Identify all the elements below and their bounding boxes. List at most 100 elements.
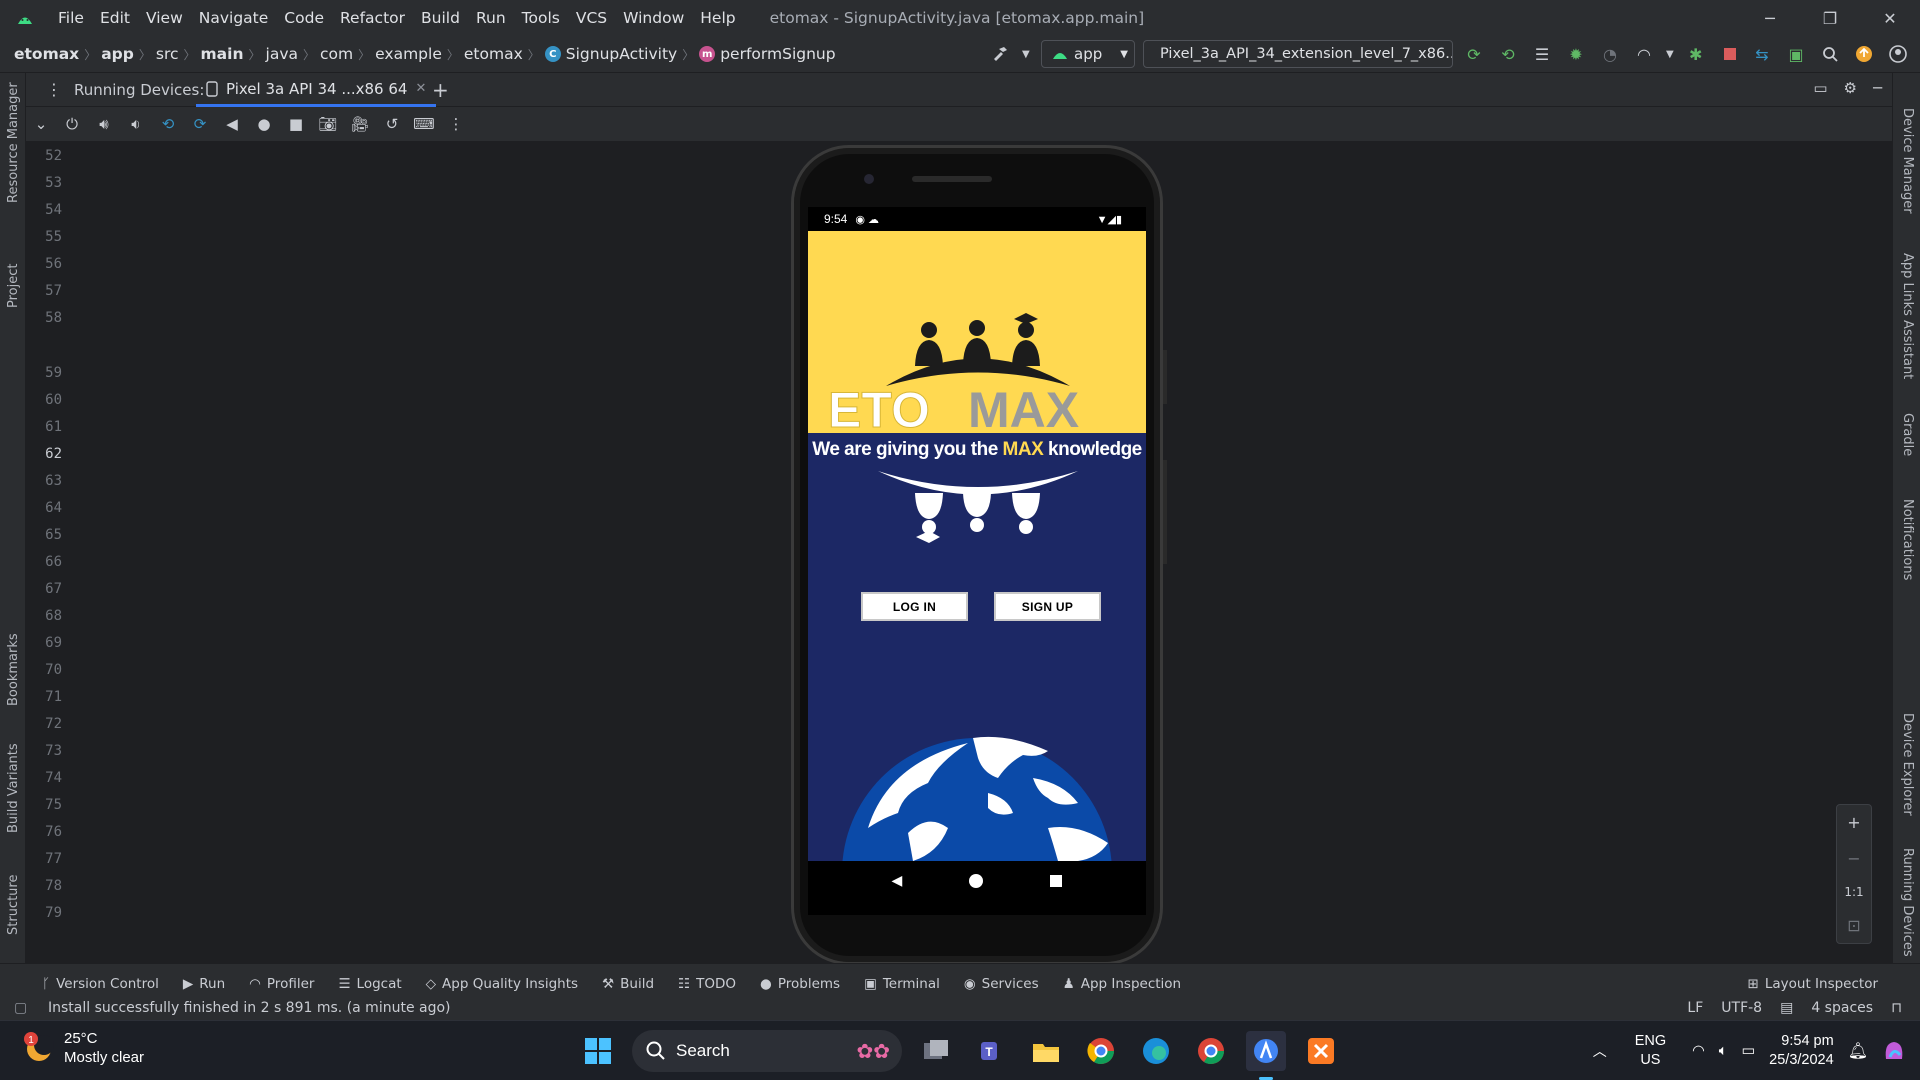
build-variants-tab[interactable]: Build Variants [6,743,21,833]
menu-navigate[interactable]: Navigate [191,9,277,27]
back-icon[interactable]: ◀ [216,115,248,133]
zoom-in-button[interactable]: + [1847,813,1860,832]
rerun-icon[interactable]: ⟳ [1462,42,1486,66]
close-button[interactable]: ✕ [1860,0,1920,36]
status-message[interactable]: Install successfully finished in 2 s 891… [48,1000,451,1016]
hammer-dropdown[interactable]: ▼ [988,42,1030,66]
edge-button[interactable] [1136,1031,1176,1071]
device-select[interactable]: Pixel_3a_API_34_extension_level_7_x86... [1143,40,1453,68]
volume-down-icon[interactable]: 🔉︎ [120,115,152,133]
resource-manager-tab[interactable]: Resource Manager [6,82,21,203]
breadcrumb-main[interactable]: main [201,45,244,63]
screenshot-icon[interactable]: 📷︎ [312,115,344,133]
gradle-tab[interactable]: Gradle [1900,413,1915,456]
breadcrumb-etomax-pkg[interactable]: etomax [464,45,523,63]
bell-icon[interactable]: 🔔︎ [1848,1041,1868,1061]
notifications-tab[interactable]: Notifications [1900,499,1915,580]
menu-vcs[interactable]: VCS [568,9,615,27]
rotate-right-icon[interactable]: ⟳ [184,115,216,133]
layout-inspector-tab[interactable]: ⊞ Layout Inspector [1748,976,1878,992]
volume-icon[interactable]: 🔈︎ [1719,1043,1728,1059]
zoom-out-button[interactable]: − [1847,849,1860,868]
structure-tab[interactable]: Structure [6,875,21,935]
run-config-select[interactable]: app ▼ [1041,40,1135,68]
home-icon[interactable]: ● [248,115,280,133]
logcat-tab[interactable]: ☰ Logcat [338,976,401,992]
teams-button[interactable]: T [971,1031,1011,1071]
menu-run[interactable]: Run [468,9,514,27]
apply-changes-icon[interactable]: ⟲ [1496,42,1520,66]
restore-button[interactable]: ❐ [1800,0,1860,36]
profiler-tab[interactable]: ◠ Profiler [249,976,314,992]
language-indicator[interactable]: ENG US [1635,1032,1666,1070]
keyboard-icon[interactable]: ⌨ [408,115,440,133]
gear-icon[interactable]: ⚙ [1844,79,1857,97]
add-device-button[interactable]: + [432,78,449,102]
taskbar-search[interactable]: Search ✿✿ [632,1030,902,1072]
search-icon[interactable] [1818,42,1842,66]
weather-widget[interactable]: 1 25°C Mostly clear [22,1029,144,1067]
breadcrumb-java[interactable]: java [266,45,298,63]
file-encoding[interactable]: UTF-8 [1721,1000,1762,1016]
build-tab[interactable]: ⚒ Build [602,976,654,992]
chrome-button[interactable] [1081,1031,1121,1071]
chevron-up-icon[interactable]: ︿ [1593,1041,1607,1061]
rotate-left-icon[interactable]: ⟲ [152,115,184,133]
breadcrumb-signupactivity[interactable]: SignupActivity [566,45,677,63]
line-separator[interactable]: LF [1687,1000,1703,1016]
close-icon[interactable]: ✕ [415,81,426,96]
debug-icon[interactable]: ✹ [1564,42,1588,66]
device-manager-tab[interactable]: Device Manager [1900,108,1915,214]
login-button[interactable]: LOG IN [861,592,968,621]
menu-help[interactable]: Help [692,9,743,27]
volume-up-icon[interactable]: 🔊︎ [88,115,120,133]
screen-record-icon[interactable]: 🎥︎ [344,115,376,133]
menu-build[interactable]: Build [413,9,468,27]
todo-tab[interactable]: ☷ TODO [678,976,736,992]
layout-icon[interactable]: ▭ [1813,79,1827,97]
account-icon[interactable] [1886,42,1910,66]
panel-toggle-icon[interactable]: ▢ [14,1000,27,1016]
running-devices-tab[interactable]: Running Devices [1900,848,1915,957]
signup-button[interactable]: SIGN UP [994,592,1101,621]
start-button[interactable] [578,1031,618,1071]
menu-refactor[interactable]: Refactor [332,9,413,27]
breadcrumb-com[interactable]: com [320,45,353,63]
fit-screen-icon[interactable]: ⊡ [1847,916,1860,935]
android-studio-button[interactable] [1246,1031,1286,1071]
breadcrumb-app[interactable]: app [101,45,134,63]
app-links-assistant-tab[interactable]: App Links Assistant [1900,253,1915,379]
breadcrumb-src[interactable]: src [156,45,179,63]
update-icon[interactable] [1852,42,1876,66]
stop-icon[interactable] [1718,42,1742,66]
collapse-icon[interactable]: ⌄ [26,115,56,133]
project-tab[interactable]: Project [6,264,21,308]
more-options-icon[interactable]: ⋮ [440,115,472,133]
terminal-tab[interactable]: ▣ Terminal [864,976,940,992]
breadcrumb-etomax[interactable]: etomax [14,45,79,63]
xampp-button[interactable] [1301,1031,1341,1071]
indent-setting[interactable]: 4 spaces [1811,1000,1873,1016]
power-icon[interactable]: ⏻ [56,115,88,133]
readonly-lock-icon[interactable]: ▤ [1780,1000,1793,1016]
copilot-icon[interactable] [1882,1039,1906,1063]
breadcrumb-example[interactable]: example [375,45,442,63]
device-explorer-tab[interactable]: Device Explorer [1900,713,1915,816]
zoom-actual-button[interactable]: 1:1 [1844,885,1863,899]
nav-home-icon[interactable] [969,874,984,888]
nav-back-icon[interactable]: ◀ [892,873,903,889]
services-tab[interactable]: ◉ Services [964,976,1039,992]
chrome-profile-button[interactable] [1191,1031,1231,1071]
menu-tools[interactable]: Tools [514,9,568,27]
breadcrumb-performsignup[interactable]: performSignup [720,45,835,63]
menu-view[interactable]: View [138,9,191,27]
options-icon[interactable]: ⋮ [46,80,62,99]
menu-window[interactable]: Window [615,9,692,27]
device-tab[interactable]: Pixel 3a API 34 ...x86 64 ✕ [196,73,437,107]
app-inspection-tab[interactable]: ♟ App Inspection [1063,976,1182,992]
version-control-tab[interactable]: ᚴ Version Control [42,976,159,992]
hide-icon[interactable]: ─ [1873,79,1882,97]
clock[interactable]: 9:54 pm 25/3/2024 [1769,1032,1834,1070]
device-mirror-icon[interactable]: ▣ [1784,42,1808,66]
apply-code-changes-icon[interactable]: ☰ [1530,42,1554,66]
